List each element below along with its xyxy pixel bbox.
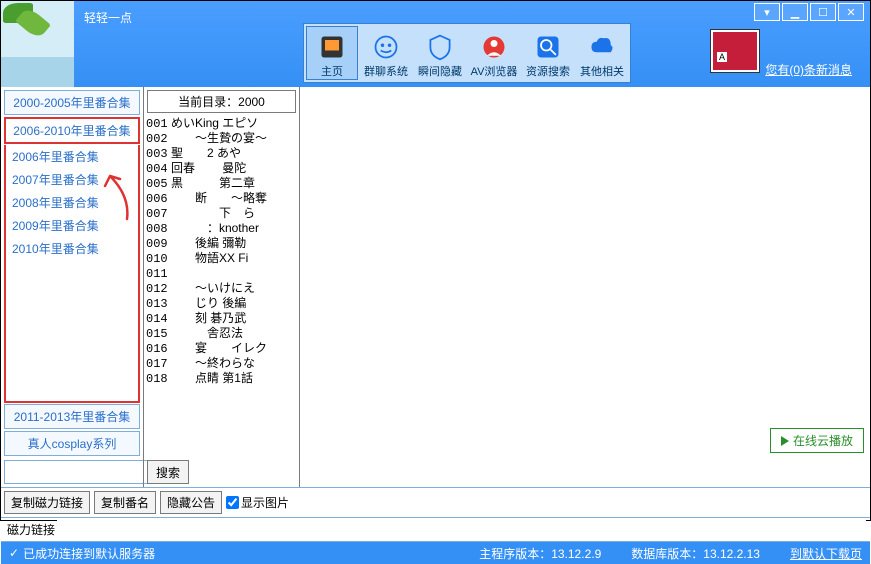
magnify-icon	[532, 31, 564, 63]
list-item[interactable]: 004 回春 曼陀	[146, 161, 297, 176]
status-bar: ✓ 已成功连接到默认服务器 主程序版本：13.12.2.9 数据库版本：13.1…	[1, 542, 870, 564]
person-icon	[478, 31, 510, 63]
list-item[interactable]: 016 宴 イレク	[146, 341, 297, 356]
copy-name-button[interactable]: 复制番名	[94, 491, 156, 514]
db-version: 数据库版本：13.12.2.13	[631, 545, 760, 562]
list-item[interactable]: 003 聖 2 あや	[146, 146, 297, 161]
close-button[interactable]: ✕	[838, 3, 864, 21]
chat-icon	[370, 31, 402, 63]
subcat-2010[interactable]: 2010年里番合集	[6, 237, 138, 260]
subcat-2006[interactable]: 2006年里番合集	[6, 145, 138, 168]
list-item[interactable]: 011	[146, 266, 297, 281]
category-sidebar: 2000-2005年里番合集 2006-2010年里番合集 2006年里番合集 …	[1, 87, 143, 487]
list-item[interactable]: 013 じり 後編	[146, 296, 297, 311]
list-item[interactable]: 001 めいKing エピソ	[146, 116, 297, 131]
category-2000-2005[interactable]: 2000-2005年里番合集	[4, 90, 140, 115]
subcat-2008[interactable]: 2008年里番合集	[6, 191, 138, 214]
hide-notice-button[interactable]: 隐藏公告	[160, 491, 222, 514]
magnet-input[interactable]	[57, 520, 866, 538]
main-version: 主程序版本：13.12.2.9	[479, 545, 601, 562]
list-item[interactable]: 014 刻 碁乃武	[146, 311, 297, 326]
main-area: 2000-2005年里番合集 2006-2010年里番合集 2006年里番合集 …	[1, 87, 870, 487]
cloud-play-button[interactable]: 在线云播放	[770, 428, 864, 453]
dropdown-icon[interactable]: ▾	[754, 3, 780, 21]
check-icon: ✓	[9, 546, 19, 560]
toolbar-chat[interactable]: 群聊系统	[360, 26, 412, 80]
list-item[interactable]: 007 下 ら	[146, 206, 297, 221]
list-item[interactable]: 015 舎忍法	[146, 326, 297, 341]
list-item[interactable]: 005 黒 第二章	[146, 176, 297, 191]
play-icon	[781, 436, 789, 446]
connection-status: 已成功连接到默认服务器	[23, 545, 155, 562]
magnet-label: 磁力链接	[5, 520, 57, 539]
main-toolbar: 主页 群聊系统 瞬间隐藏 AV浏览器 资源搜索 其他相关	[303, 23, 631, 83]
bottom-toolbar: 复制磁力链接 复制番名 隐藏公告 显示图片	[1, 487, 870, 517]
category-2006-2010[interactable]: 2006-2010年里番合集	[4, 117, 140, 144]
toolbar-search[interactable]: 资源搜索	[522, 26, 574, 80]
download-link[interactable]: 到默认下载页	[790, 545, 862, 562]
list-item[interactable]: 012 ～いけにえ	[146, 281, 297, 296]
list-item[interactable]: 017 ～終わらな	[146, 356, 297, 371]
toolbar-home[interactable]: 主页	[306, 26, 358, 80]
category-2011-2013[interactable]: 2011-2013年里番合集	[4, 404, 140, 429]
cloud-icon	[586, 31, 618, 63]
content-panel: 在线云播放	[300, 87, 870, 487]
app-title: 轻轻一点	[74, 1, 132, 87]
list-item[interactable]: 008 ：knother	[146, 221, 297, 236]
list-item[interactable]: 018 点睛 第1話	[146, 371, 297, 386]
subcat-2009[interactable]: 2009年里番合集	[6, 214, 138, 237]
search-button[interactable]: 搜索	[147, 460, 189, 484]
file-column: 当前目录：2000 001 めいKing エピソ002 ～生贄の宴～003 聖 …	[143, 87, 300, 487]
copy-magnet-button[interactable]: 复制磁力链接	[4, 491, 90, 514]
list-item[interactable]: 006 断 ～略奪	[146, 191, 297, 206]
app-logo	[1, 1, 74, 87]
current-dir-label: 当前目录：2000	[147, 90, 296, 113]
list-item[interactable]: 010 物語XX Fi	[146, 251, 297, 266]
toolbar-browser[interactable]: AV浏览器	[468, 26, 520, 80]
minimize-button[interactable]: ▁	[782, 3, 808, 21]
show-image-checkbox[interactable]: 显示图片	[226, 494, 289, 511]
list-item[interactable]: 009 後編 彌勒	[146, 236, 297, 251]
messages-link[interactable]: 您有(0)条新消息	[765, 61, 852, 78]
window-controls: ▾ ▁ ☐ ✕	[754, 3, 864, 21]
file-list[interactable]: 001 めいKing エピソ002 ～生贄の宴～003 聖 2 あや 004 回…	[144, 116, 299, 457]
subcat-2007[interactable]: 2007年里番合集	[6, 168, 138, 191]
shield-icon	[424, 31, 456, 63]
toolbar-other[interactable]: 其他相关	[576, 26, 628, 80]
home-icon	[316, 31, 348, 63]
category-cosplay[interactable]: 真人cosplay系列	[4, 431, 140, 456]
maximize-button[interactable]: ☐	[810, 3, 836, 21]
toolbar-hide[interactable]: 瞬间隐藏	[414, 26, 466, 80]
subcategory-list: 2006年里番合集 2007年里番合集 2008年里番合集 2009年里番合集 …	[4, 145, 140, 403]
brand-logo	[710, 29, 760, 73]
titlebar: 轻轻一点 主页 群聊系统 瞬间隐藏 AV浏览器 资源搜索 其他相关 您有(0)条…	[1, 1, 870, 87]
list-item[interactable]: 002 ～生贄の宴～	[146, 131, 297, 146]
